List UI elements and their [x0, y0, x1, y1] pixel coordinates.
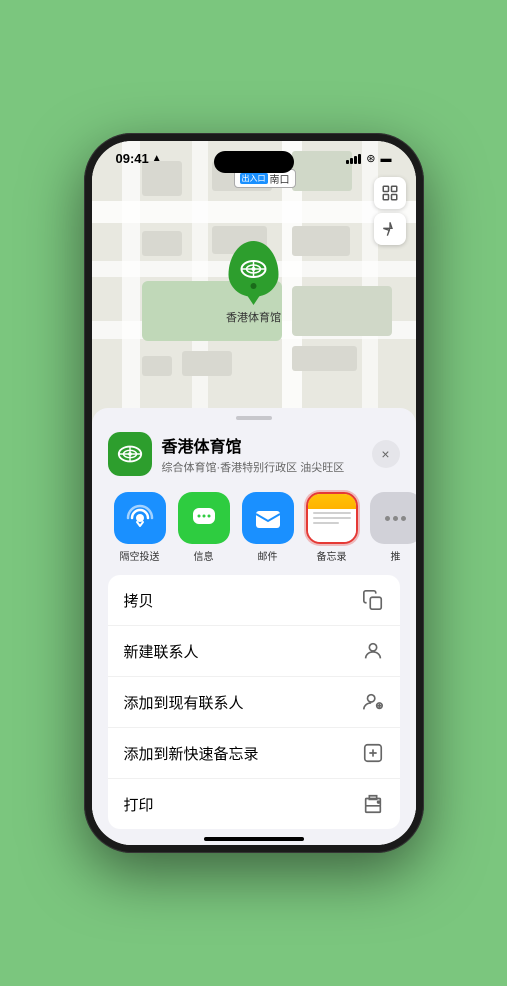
entrance-type-label: 出入口 — [240, 173, 268, 184]
pin-label: 香港体育馆 — [226, 309, 281, 325]
new-contact-label: 新建联系人 — [124, 641, 199, 662]
status-icons: ⊛ ▬ — [346, 152, 391, 165]
status-time: 09:41 — [116, 151, 149, 166]
entrance-name: 南口 — [270, 171, 290, 186]
menu-item-add-contact[interactable]: 添加到现有联系人 — [108, 677, 400, 728]
share-item-messages[interactable]: 信息 — [172, 492, 236, 563]
share-row: 隔空投送 信息 — [92, 484, 416, 575]
print-label: 打印 — [124, 794, 154, 815]
close-button[interactable]: × — [372, 440, 400, 468]
add-notes-label: 添加到新快速备忘录 — [124, 743, 259, 764]
bottom-sheet: 香港体育馆 综合体育馆·香港特别行政区 油尖旺区 × — [92, 408, 416, 845]
print-icon — [362, 793, 384, 815]
more-icon-wrap — [370, 492, 416, 544]
more-label: 推 — [391, 548, 401, 563]
mail-icon-wrap — [242, 492, 294, 544]
venue-subtitle: 综合体育馆·香港特别行政区 油尖旺区 — [162, 459, 362, 475]
airdrop-label: 隔空投送 — [120, 548, 160, 563]
menu-item-add-notes[interactable]: 添加到新快速备忘录 — [108, 728, 400, 779]
add-contact-icon — [362, 691, 384, 713]
airdrop-icon — [126, 504, 154, 532]
menu-item-print[interactable]: 打印 — [108, 779, 400, 829]
share-item-more[interactable]: 推 — [364, 492, 416, 563]
share-item-airdrop[interactable]: 隔空投送 — [108, 492, 172, 563]
location-pin: 香港体育馆 — [226, 241, 281, 325]
venue-info: 香港体育馆 综合体育馆·香港特别行政区 油尖旺区 — [162, 433, 362, 475]
notes-icon-wrap — [306, 492, 358, 544]
wifi-icon: ⊛ — [366, 152, 375, 165]
mail-label: 邮件 — [258, 548, 278, 563]
map-view-toggle-button[interactable] — [374, 177, 406, 209]
venue-name: 香港体育馆 — [162, 433, 362, 457]
venue-icon — [108, 432, 152, 476]
map-controls — [374, 177, 406, 249]
battery-icon: ▬ — [381, 153, 392, 165]
new-contact-icon — [362, 640, 384, 662]
menu-item-new-contact[interactable]: 新建联系人 — [108, 626, 400, 677]
venue-stadium-icon — [116, 440, 144, 468]
location-center-button[interactable] — [374, 213, 406, 245]
airdrop-icon-wrap — [114, 492, 166, 544]
phone-screen: 09:41 ▲ ⊛ ▬ — [92, 141, 416, 845]
sheet-header: 香港体育馆 综合体育馆·香港特别行政区 油尖旺区 × — [92, 420, 416, 484]
dynamic-island — [214, 151, 294, 173]
mail-icon — [254, 504, 282, 532]
messages-icon — [190, 504, 218, 532]
share-item-mail[interactable]: 邮件 — [236, 492, 300, 563]
add-contact-label: 添加到现有联系人 — [124, 692, 244, 713]
home-indicator — [204, 837, 304, 841]
menu-section: 拷贝 新建联系人 添加到现有联系人 — [108, 575, 400, 829]
stadium-icon — [239, 255, 269, 283]
notes-label: 备忘录 — [317, 548, 347, 563]
messages-label: 信息 — [194, 548, 214, 563]
location-arrow-icon: ▲ — [152, 153, 162, 164]
pin-icon — [229, 241, 279, 297]
copy-icon — [362, 589, 384, 611]
quick-notes-icon — [362, 742, 384, 764]
phone-frame: 09:41 ▲ ⊛ ▬ — [84, 133, 424, 853]
signal-bars — [346, 154, 361, 164]
share-item-notes[interactable]: 备忘录 — [300, 492, 364, 563]
menu-item-copy[interactable]: 拷贝 — [108, 575, 400, 626]
copy-label: 拷贝 — [124, 590, 154, 611]
messages-icon-wrap — [178, 492, 230, 544]
